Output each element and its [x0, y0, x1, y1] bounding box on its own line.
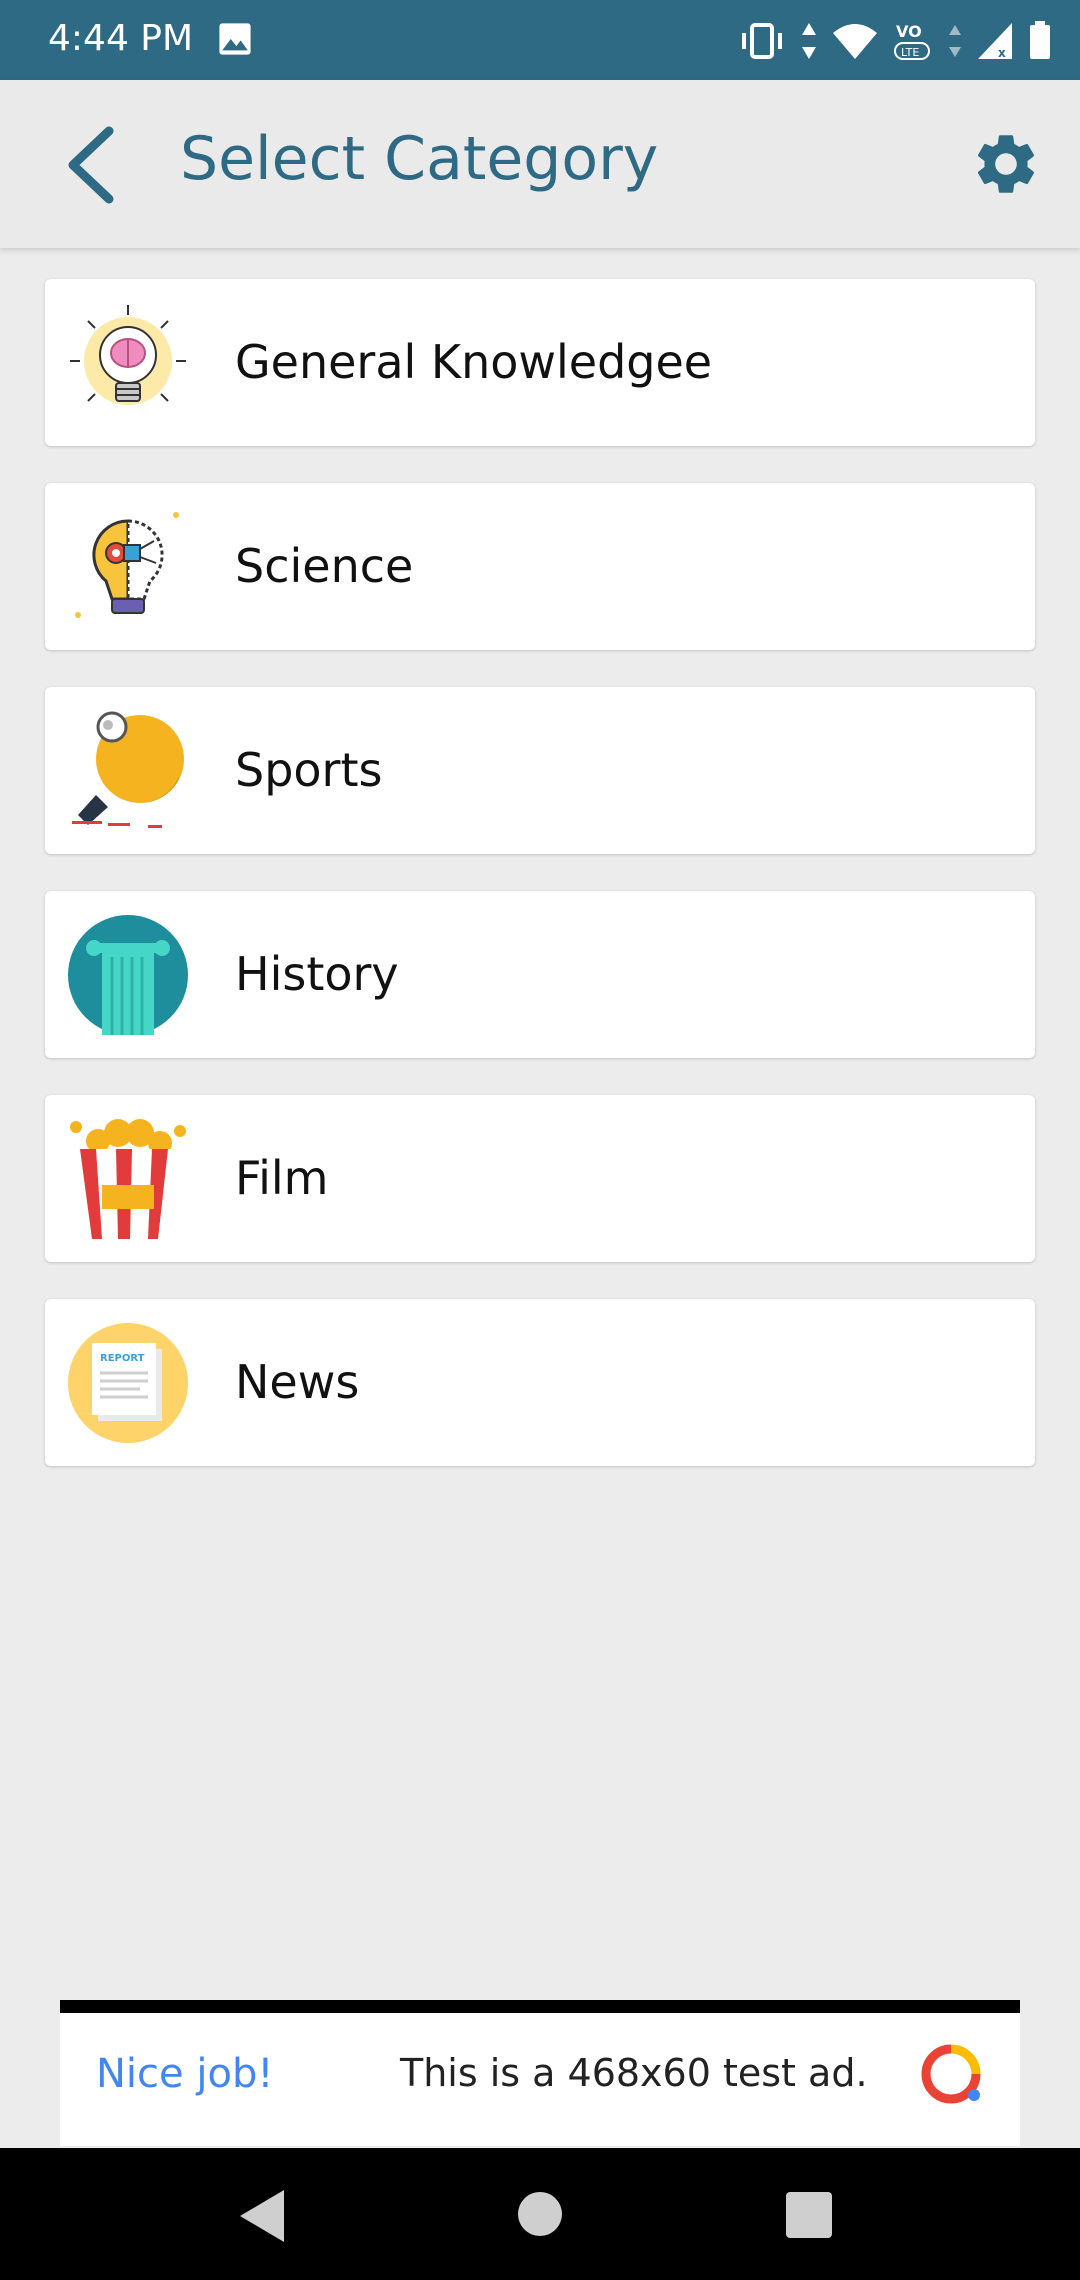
lightbulb-brain-icon	[70, 305, 186, 405]
ping-pong-icon	[72, 711, 184, 828]
ad-logo-icon	[921, 2044, 981, 2104]
nav-bar	[0, 2148, 1080, 2280]
gear-icon[interactable]	[970, 128, 1042, 200]
back-arrow-icon	[68, 126, 114, 204]
category-item-sports[interactable]: Sports	[45, 687, 1035, 854]
ad-banner[interactable]: Nice job! This is a 468x60 test ad.	[60, 2000, 1020, 2146]
category-list: General Knowledgee Science Sports Histor…	[45, 279, 1035, 1503]
category-label: Sports	[235, 743, 383, 797]
category-item-science[interactable]: Science	[45, 483, 1035, 650]
volte-icon: VO LTE	[894, 22, 930, 60]
svg-text:LTE: LTE	[901, 46, 919, 59]
status-bar: 4:44 PM VO LTE x	[0, 0, 1080, 80]
ad-title: Nice job!	[96, 2051, 274, 2097]
category-label: History	[235, 947, 399, 1001]
ad-text: This is a 468x60 test ad.	[400, 2051, 868, 2095]
svg-text:VO: VO	[896, 22, 922, 41]
nav-recents-icon[interactable]	[786, 2192, 832, 2238]
signal-icon: x	[978, 23, 1012, 60]
page-title: Select Category	[180, 124, 659, 194]
vibrate-icon	[742, 23, 782, 59]
signal-arrows-icon	[949, 25, 961, 57]
report-icon: REPORT	[68, 1323, 188, 1443]
app-bar: Select Category	[0, 80, 1080, 248]
category-item-film[interactable]: Film	[45, 1095, 1035, 1262]
category-label: Film	[235, 1151, 329, 1205]
nav-home-icon[interactable]	[518, 2192, 562, 2236]
battery-icon	[1030, 21, 1050, 59]
category-label: General Knowledgee	[235, 335, 713, 389]
status-time: 4:44 PM	[48, 18, 194, 59]
popcorn-icon	[70, 1119, 186, 1239]
category-item-news[interactable]: REPORT News	[45, 1299, 1035, 1466]
category-item-history[interactable]: History	[45, 891, 1035, 1058]
lightbulb-gear-icon	[75, 512, 179, 618]
category-label: Science	[235, 539, 414, 593]
wifi-icon	[833, 24, 877, 59]
category-item-general-knowledge[interactable]: General Knowledgee	[45, 279, 1035, 446]
column-icon	[68, 915, 188, 1035]
status-icons: VO LTE x	[738, 16, 1052, 66]
svg-text:x: x	[998, 46, 1006, 60]
data-arrows-icon	[802, 23, 816, 59]
category-label: News	[235, 1355, 360, 1409]
back-button[interactable]	[50, 120, 130, 210]
nav-back-icon[interactable]	[238, 2188, 288, 2244]
svg-text:REPORT: REPORT	[100, 1353, 145, 1364]
image-icon	[219, 23, 251, 55]
